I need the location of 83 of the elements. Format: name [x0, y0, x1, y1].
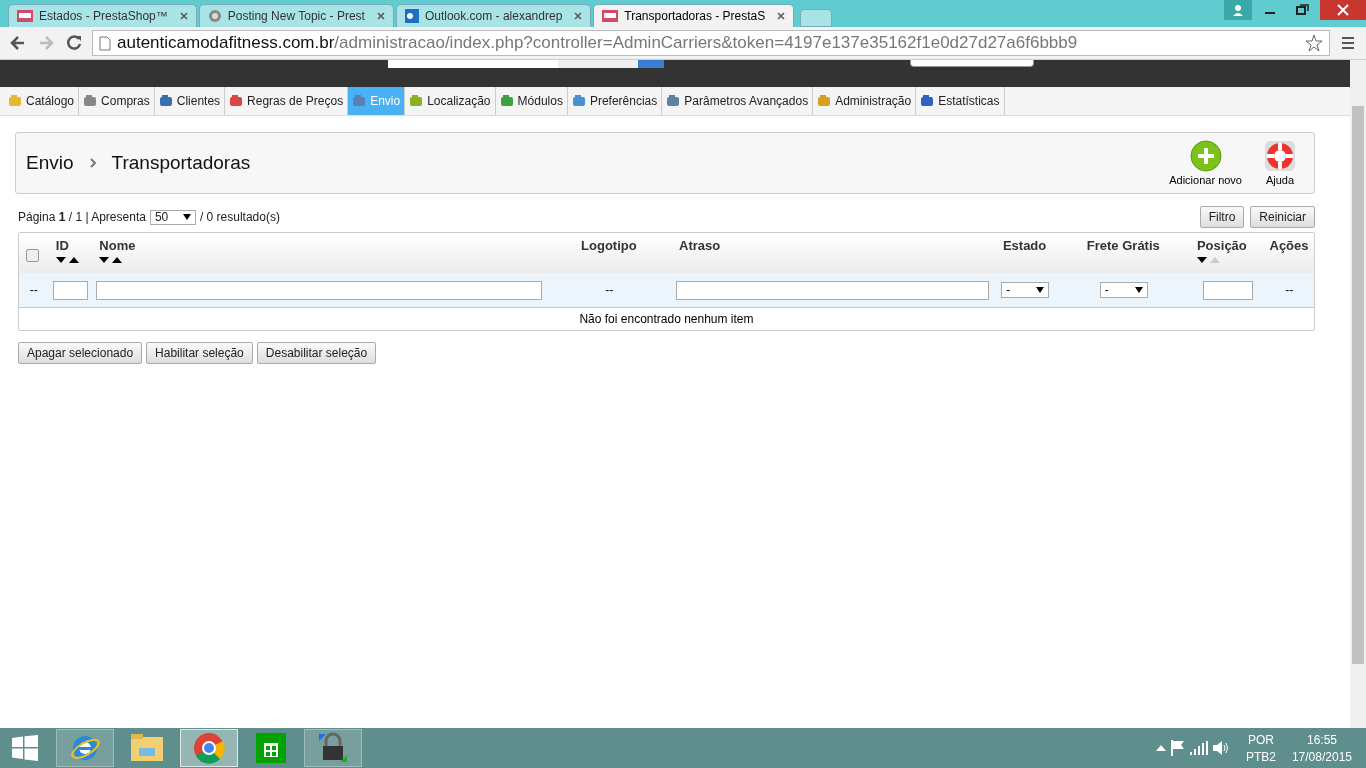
plus-icon	[1189, 140, 1222, 172]
lifebuoy-icon	[1264, 140, 1296, 172]
browser-tab[interactable]: Transportadoras - PrestaS	[593, 4, 795, 27]
filter-select[interactable]: -	[1001, 282, 1050, 298]
close-icon[interactable]	[376, 12, 385, 20]
column-header: Posição	[1196, 238, 1248, 253]
star-icon[interactable]	[1305, 34, 1323, 52]
column-header: Ações	[1269, 238, 1309, 253]
flag-icon[interactable]	[1169, 739, 1186, 757]
caret-up-icon[interactable]	[1155, 744, 1166, 752]
browser-tab[interactable]: Posting New Topic - Prest	[198, 4, 394, 27]
bulk-action-button[interactable]: Habilitar seleção	[146, 342, 253, 364]
bulk-action-button[interactable]: Desabilitar seleção	[256, 342, 377, 364]
dropdown-icon	[1036, 287, 1045, 293]
menu-tab[interactable]: Preferências	[567, 87, 663, 115]
close-icon[interactable]	[574, 12, 583, 20]
dropdown-icon	[1134, 287, 1143, 293]
add-new-button[interactable]: Adicionar novo	[1161, 140, 1250, 186]
column-header: Frete Grátis	[1086, 238, 1160, 253]
filter-button[interactable]: Filtro	[1199, 206, 1245, 228]
page-icon	[99, 35, 111, 51]
taskbar-app[interactable]	[180, 729, 238, 767]
browser-tab[interactable]: Outlook.com - alexandrep	[395, 4, 592, 27]
filter-field[interactable]	[676, 280, 989, 300]
column-header: Atraso	[679, 238, 722, 253]
filter-field[interactable]	[96, 280, 542, 300]
empty-cell: --	[605, 283, 614, 297]
chevron-icon	[87, 157, 98, 169]
close-icon[interactable]	[179, 12, 188, 20]
menu-tab[interactable]: Administração	[813, 87, 917, 115]
clock[interactable]: 16:55 17/08/2015	[1291, 732, 1352, 764]
mail-icon	[404, 9, 419, 23]
column-header: Logotipo	[581, 238, 637, 253]
sort-arrows-icon[interactable]	[1196, 256, 1221, 264]
address-field[interactable]: autenticamodafitness.com.br/administracao/index.php?controller=AdminCarriers&token=4197e137e35162f1e0d27d27a6f6bbb9	[92, 30, 1330, 56]
sort-arrows-icon[interactable]	[99, 256, 124, 264]
search-field[interactable]	[388, 60, 558, 68]
search-button[interactable]	[558, 60, 664, 68]
signal-icon[interactable]	[1189, 741, 1208, 755]
speaker-icon[interactable]	[1211, 740, 1230, 756]
menu-tab[interactable]: Clientes	[154, 87, 226, 115]
sort-arrows-icon[interactable]	[55, 256, 80, 264]
bulk-action-button[interactable]: Apagar selecionado	[18, 342, 143, 364]
reload-icon[interactable]	[64, 33, 84, 53]
dropdown-icon	[182, 214, 191, 220]
menu-tab[interactable]: Compras	[79, 87, 155, 115]
close-icon[interactable]	[1320, 0, 1366, 20]
empty-cell: --	[29, 283, 38, 297]
filter-field[interactable]	[1202, 280, 1253, 300]
menu-tab[interactable]: Módulos	[495, 87, 568, 115]
quick-access-field[interactable]	[910, 60, 1034, 67]
filter-field[interactable]	[52, 280, 88, 300]
taskbar-app[interactable]	[56, 729, 114, 767]
padlock-icon	[317, 732, 349, 764]
menu-tab[interactable]: Localização	[405, 87, 496, 115]
shop-logo-icon	[17, 10, 33, 22]
start-icon[interactable]	[12, 735, 38, 761]
column-header: Estado	[1002, 238, 1047, 253]
column-header: Nome	[99, 238, 137, 253]
filter-select[interactable]: -	[1099, 282, 1148, 298]
close-icon[interactable]	[777, 12, 786, 20]
help-button[interactable]: Ajuda	[1256, 140, 1304, 186]
browser-tab[interactable]: Estados - PrestaShop™	[8, 4, 197, 27]
scrollbar[interactable]	[1350, 60, 1366, 728]
reset-button[interactable]: Reiniciar	[1250, 206, 1315, 228]
menu-tab[interactable]: Catálogo	[4, 87, 80, 115]
empty-message: Não foi encontrado nenhum item	[579, 312, 754, 326]
column-header: ID	[55, 238, 70, 253]
page-title: Transportadoras	[111, 152, 251, 174]
empty-cell: --	[1285, 283, 1294, 297]
pagination-text: Página 1 / 1 | Apresenta	[18, 210, 146, 224]
menu-tab[interactable]: Parâmetros Avançados	[662, 87, 814, 115]
language-indicator[interactable]: POR PTB2	[1245, 732, 1276, 764]
chrome-icon	[193, 732, 225, 764]
select-all-checkbox[interactable]	[26, 249, 39, 262]
new-tab-button[interactable]	[800, 9, 833, 27]
breadcrumb-link[interactable]: Envio	[26, 152, 74, 174]
store-icon	[256, 733, 286, 763]
results-count: / 0 resultado(s)	[199, 210, 280, 224]
menu-tab[interactable]: Estatísticas	[916, 87, 1005, 115]
shop-logo-icon	[602, 10, 619, 22]
per-page-select[interactable]: 50	[149, 209, 196, 225]
taskbar-app[interactable]	[304, 729, 362, 767]
